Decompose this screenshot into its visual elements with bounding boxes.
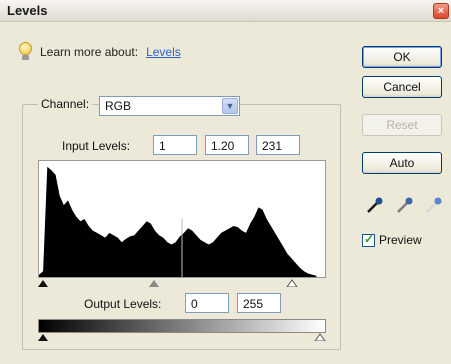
input-levels-slider[interactable] [38,278,326,292]
ok-button[interactable]: OK [362,46,442,68]
learn-more-label: Learn more about: [40,45,139,59]
cancel-button[interactable]: Cancel [362,76,442,98]
preview-label: Preview [379,233,422,247]
input-white-slider-handle[interactable] [286,279,299,287]
channel-select[interactable]: RGB ▼ [99,96,240,116]
channel-label: Channel: [38,97,93,111]
white-point-eyedropper-icon[interactable] [423,194,445,216]
title-bar[interactable]: Levels × [0,0,451,22]
preview-toggle[interactable]: ✓ Preview [362,232,422,247]
black-point-eyedropper-icon[interactable] [364,194,386,216]
input-black-slider-handle[interactable] [38,280,48,287]
input-levels-label: Input Levels: [62,139,131,153]
levels-dialog: Levels × Learn more about: Levels Channe… [0,0,451,364]
levels-help-link[interactable]: Levels [146,45,181,59]
histogram [38,160,326,278]
output-levels-slider[interactable] [38,333,326,347]
learn-more-row: Learn more about: Levels [18,42,181,62]
input-gamma-field[interactable]: 1.20 [205,135,249,155]
output-levels-label: Output Levels: [84,297,162,311]
output-gradient-bar [38,319,326,333]
output-black-slider-handle[interactable] [38,334,48,341]
reset-button[interactable]: Reset [362,114,442,136]
chevron-down-icon[interactable]: ▼ [222,98,238,114]
output-white-slider-handle[interactable] [314,333,326,341]
input-white-field[interactable]: 231 [256,135,300,155]
input-gamma-slider-handle[interactable] [149,280,160,287]
output-white-field[interactable]: 255 [237,293,281,313]
auto-button[interactable]: Auto [362,152,442,174]
lightbulb-icon [18,42,34,62]
input-black-field[interactable]: 1 [153,135,197,155]
window-title: Levels [7,3,48,18]
histogram-area [39,166,317,277]
close-icon[interactable]: × [433,3,449,19]
histogram-plot [39,166,317,277]
preview-checkbox[interactable]: ✓ [362,232,375,247]
channel-value: RGB [105,99,132,113]
gray-point-eyedropper-icon[interactable] [394,194,416,216]
output-black-field[interactable]: 0 [185,293,229,313]
